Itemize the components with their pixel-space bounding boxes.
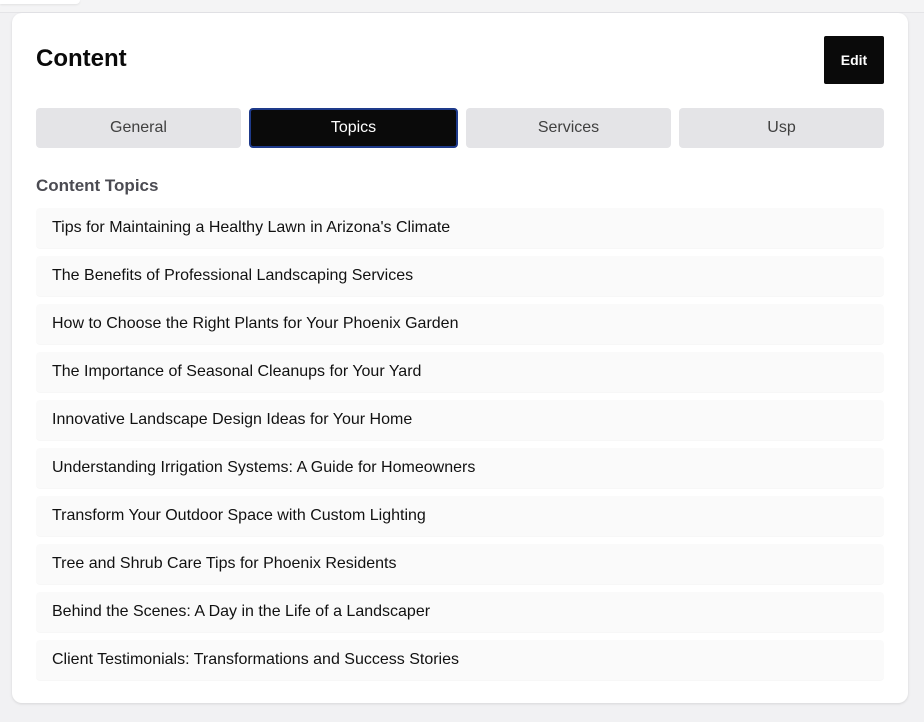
tab-topics[interactable]: Topics <box>249 108 458 148</box>
topic-list: Tips for Maintaining a Healthy Lawn in A… <box>36 208 884 688</box>
topic-item: Innovative Landscape Design Ideas for Yo… <box>36 400 884 440</box>
topic-item: Behind the Scenes: A Day in the Life of … <box>36 592 884 632</box>
tab-usp[interactable]: Usp <box>679 108 884 148</box>
content-card: Content Edit General Topics Services Usp… <box>12 13 908 703</box>
tab-services[interactable]: Services <box>466 108 671 148</box>
topic-item: Client Testimonials: Transformations and… <box>36 640 884 680</box>
topic-item: Tree and Shrub Care Tips for Phoenix Res… <box>36 544 884 584</box>
top-strip <box>0 0 924 13</box>
topic-item: Tips for Maintaining a Healthy Lawn in A… <box>36 208 884 248</box>
edit-button[interactable]: Edit <box>824 36 884 84</box>
topic-item: Transform Your Outdoor Space with Custom… <box>36 496 884 536</box>
topic-item: Understanding Irrigation Systems: A Guid… <box>36 448 884 488</box>
topic-item: The Benefits of Professional Landscaping… <box>36 256 884 296</box>
page-title: Content <box>36 45 127 72</box>
topic-item: The Importance of Seasonal Cleanups for … <box>36 352 884 392</box>
tab-bar: General Topics Services Usp <box>36 108 884 148</box>
top-tab-edge <box>0 0 80 4</box>
tab-general[interactable]: General <box>36 108 241 148</box>
section-label: Content Topics <box>36 176 159 195</box>
topic-item: How to Choose the Right Plants for Your … <box>36 304 884 344</box>
